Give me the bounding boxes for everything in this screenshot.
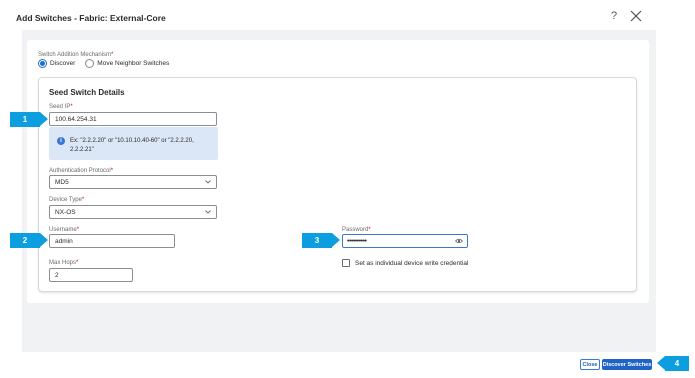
- callout-2: 2: [10, 233, 40, 248]
- password-label: Password*: [342, 227, 371, 233]
- callout-1: 1: [10, 112, 40, 127]
- callout-4-arrow: [657, 356, 665, 370]
- radio-move-neighbor-label: Move Neighbor Switches: [97, 60, 170, 67]
- password-input[interactable]: ••••••••••: [342, 234, 468, 248]
- auth-protocol-label: Authentication Protocol*: [49, 168, 114, 174]
- callout-2-arrow: [40, 233, 48, 247]
- radio-move-neighbor-control[interactable]: [85, 59, 95, 68]
- seed-ip-hint-text: Ex: "2.2.2.20" or "10.10.10.40-60" or "2…: [70, 138, 194, 153]
- dialog-title: Add Switches - Fabric: External-Core: [16, 13, 166, 23]
- chevron-down-icon: [205, 210, 211, 214]
- discover-switches-button[interactable]: Discover Switches: [602, 359, 652, 370]
- auth-protocol-value: MD5: [55, 178, 69, 186]
- device-type-label: Device Type*: [49, 197, 85, 203]
- eye-icon[interactable]: [455, 238, 463, 244]
- radio-move-neighbor[interactable]: Move Neighbor Switches: [85, 59, 169, 68]
- callout-1-arrow: [40, 112, 48, 126]
- username-input[interactable]: admin: [49, 234, 175, 248]
- radio-discover[interactable]: Discover: [38, 59, 75, 68]
- auth-protocol-select[interactable]: MD5: [49, 175, 217, 189]
- seed-ip-label: Seed IP*: [49, 104, 73, 110]
- radio-discover-control[interactable]: [38, 59, 47, 68]
- seed-ip-input[interactable]: 100.64.254.31: [49, 112, 217, 126]
- chevron-down-icon: [205, 180, 211, 184]
- radio-discover-label: Discover: [50, 60, 76, 67]
- write-credential-option[interactable]: Set as individual device write credentia…: [342, 259, 468, 267]
- device-type-value: NX-OS: [55, 208, 76, 216]
- max-hops-input[interactable]: 2: [49, 268, 133, 282]
- write-credential-checkbox[interactable]: [342, 259, 350, 267]
- add-switches-dialog: Add Switches - Fabric: External-Core ? S…: [0, 0, 695, 378]
- mechanism-radio-group: Discover Move Neighbor Switches: [38, 59, 175, 68]
- callout-3-arrow: [332, 233, 340, 247]
- help-icon[interactable]: ?: [611, 10, 617, 22]
- device-type-select[interactable]: NX-OS: [49, 205, 217, 219]
- callout-4: 4: [665, 356, 689, 371]
- callout-3: 3: [302, 233, 332, 248]
- write-credential-label: Set as individual device write credentia…: [355, 259, 469, 267]
- username-label: Username*: [49, 227, 80, 233]
- close-button[interactable]: Close: [580, 359, 600, 370]
- mechanism-label: Switch Addition Mechanism*: [38, 52, 114, 58]
- close-icon[interactable]: [630, 10, 642, 22]
- info-icon: i: [57, 137, 65, 145]
- max-hops-label: Max Hops*: [49, 260, 79, 266]
- seed-switch-title: Seed Switch Details: [49, 88, 125, 97]
